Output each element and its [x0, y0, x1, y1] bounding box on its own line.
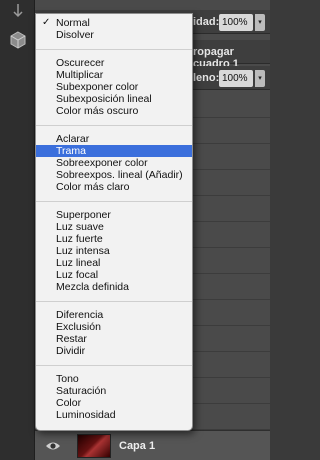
menu-item-label: Multiplicar: [56, 69, 104, 81]
menu-item-superponer[interactable]: Superponer: [36, 209, 192, 221]
menu-item-label: Aclarar: [56, 133, 90, 145]
menu-item-label: Sobreexponer color: [56, 157, 148, 169]
menu-group-contrast: Superponer Luz suave Luz fuerte Luz inte…: [36, 209, 192, 293]
menu-group-lighten: Aclarar Trama Sobreexponer color Sobreex…: [36, 133, 192, 193]
menu-separator: [36, 49, 192, 50]
menu-separator: [36, 125, 192, 126]
menu-item-luz-fuerte[interactable]: Luz fuerte: [36, 233, 192, 245]
menu-item-label: Tono: [56, 373, 79, 385]
menu-item-label: Oscurecer: [56, 57, 105, 69]
menu-item-label: Subexposición lineal: [56, 93, 152, 105]
menu-item-label: Normal: [56, 17, 90, 29]
opacity-label: idad:: [193, 16, 220, 28]
move-tool-icon[interactable]: [8, 2, 28, 22]
menu-item-label: Color más oscuro: [56, 105, 139, 117]
fill-field[interactable]: 100%: [219, 70, 253, 87]
menu-item-trama[interactable]: Trama: [36, 145, 192, 157]
layer-row[interactable]: Capa 1: [35, 430, 270, 460]
menu-item-label: Luz fuerte: [56, 233, 103, 245]
menu-item-diferencia[interactable]: Diferencia: [36, 309, 192, 321]
menu-item-color-mas-oscuro[interactable]: Color más oscuro: [36, 105, 192, 117]
menu-separator: [36, 201, 192, 202]
menu-item-label: Luz intensa: [56, 245, 110, 257]
menu-item-luz-focal[interactable]: Luz focal: [36, 269, 192, 281]
menu-item-disolver[interactable]: Disolver: [36, 29, 192, 41]
3d-cube-icon[interactable]: [8, 30, 28, 50]
menu-item-subexponer-color[interactable]: Subexponer color: [36, 81, 192, 93]
menu-item-mezcla-definida[interactable]: Mezcla definida: [36, 281, 192, 293]
menu-item-sobreexponer-color[interactable]: Sobreexponer color: [36, 157, 192, 169]
opacity-dropdown-arrow-icon[interactable]: ▾: [255, 14, 265, 31]
fill-dropdown-arrow-icon[interactable]: ▾: [255, 70, 265, 87]
menu-item-subexposicion-lineal[interactable]: Subexposición lineal: [36, 93, 192, 105]
menu-item-exclusion[interactable]: Exclusión: [36, 321, 192, 333]
blend-mode-menu: ✓ Normal Disolver Oscurecer Multiplicar …: [35, 13, 193, 431]
menu-group-normal: ✓ Normal Disolver: [36, 17, 192, 41]
menu-separator: [36, 365, 192, 366]
menu-group-component: Tono Saturación Color Luminosidad: [36, 373, 192, 421]
menu-item-aclarar[interactable]: Aclarar: [36, 133, 192, 145]
menu-item-label: Saturación: [56, 385, 107, 397]
menu-group-inversion: Diferencia Exclusión Restar Dividir: [36, 309, 192, 357]
fill-label: leno:: [193, 72, 220, 84]
menu-item-label: Color más claro: [56, 181, 130, 193]
layer-thumbnail: [77, 434, 111, 458]
menu-item-label: Luminosidad: [56, 409, 116, 421]
menu-item-label: Restar: [56, 333, 87, 345]
menu-item-luz-intensa[interactable]: Luz intensa: [36, 245, 192, 257]
menu-item-label: Luz suave: [56, 221, 104, 233]
menu-item-normal[interactable]: ✓ Normal: [36, 17, 192, 29]
menu-item-luminosidad[interactable]: Luminosidad: [36, 409, 192, 421]
menu-item-label: Dividir: [56, 345, 86, 357]
menu-item-luz-lineal[interactable]: Luz lineal: [36, 257, 192, 269]
menu-item-dividir[interactable]: Dividir: [36, 345, 192, 357]
menu-item-multiplicar[interactable]: Multiplicar: [36, 69, 192, 81]
tool-strip: [0, 0, 35, 460]
menu-item-label: Superponer: [56, 209, 111, 221]
menu-item-label: Trama: [56, 145, 86, 157]
menu-item-restar[interactable]: Restar: [36, 333, 192, 345]
menu-item-saturacion[interactable]: Saturación: [36, 385, 192, 397]
menu-item-label: Color: [56, 397, 82, 409]
menu-separator: [36, 301, 192, 302]
menu-item-luz-suave[interactable]: Luz suave: [36, 221, 192, 233]
layer-name[interactable]: Capa 1: [119, 440, 155, 452]
menu-item-color-mas-claro[interactable]: Color más claro: [36, 181, 192, 193]
menu-item-label: Mezcla definida: [56, 281, 129, 293]
menu-item-sobreexpos-lineal[interactable]: Sobreexpos. lineal (Añadir): [36, 169, 192, 181]
menu-item-label: Diferencia: [56, 309, 104, 321]
menu-item-label: Sobreexpos. lineal (Añadir): [56, 169, 183, 181]
menu-item-label: Luz focal: [56, 269, 99, 281]
menu-item-oscurecer[interactable]: Oscurecer: [36, 57, 192, 69]
menu-item-tono[interactable]: Tono: [36, 373, 192, 385]
menu-item-label: Exclusión: [56, 321, 101, 333]
checkmark-icon: ✓: [42, 17, 51, 28]
menu-item-label: Subexponer color: [56, 81, 139, 93]
opacity-field[interactable]: 100%: [219, 14, 253, 31]
menu-item-label: Disolver: [56, 29, 94, 41]
menu-item-color[interactable]: Color: [36, 397, 192, 409]
eye-icon[interactable]: [45, 438, 61, 454]
menu-group-darken: Oscurecer Multiplicar Subexponer color S…: [36, 57, 192, 117]
menu-item-label: Luz lineal: [56, 257, 101, 269]
